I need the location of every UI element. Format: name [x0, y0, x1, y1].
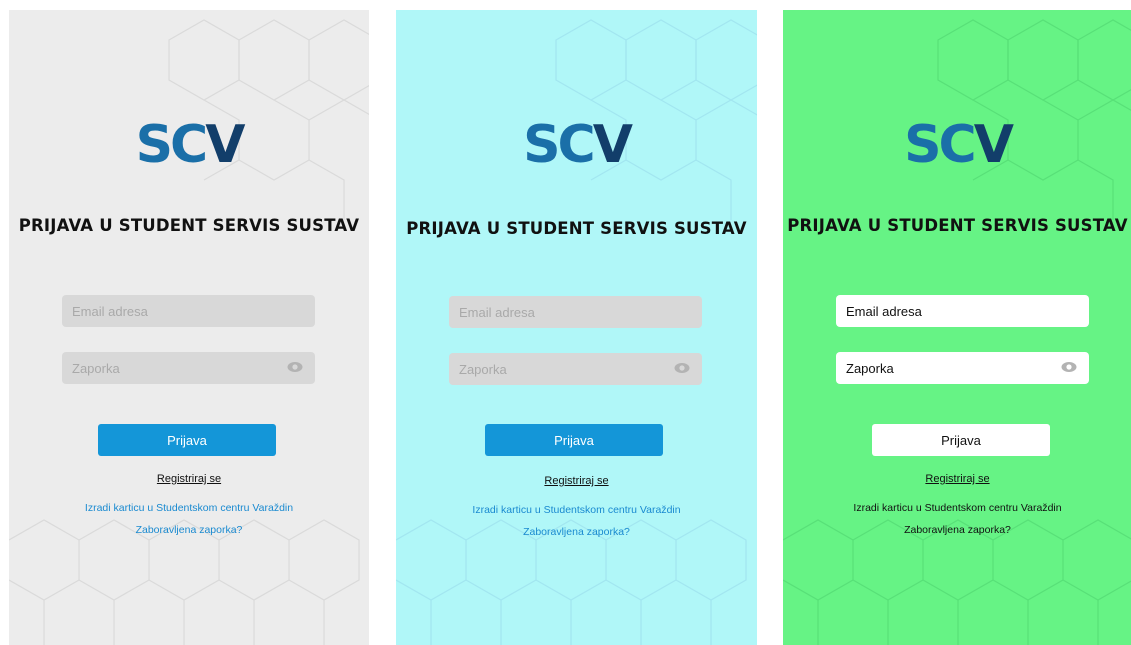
page-title: PRIJAVA U STUDENT SERVIS SUSTAV: [787, 216, 1128, 235]
register-link[interactable]: Registriraj se: [9, 473, 369, 485]
scv-logo: SCV: [9, 115, 369, 175]
logo-v: V: [973, 115, 1014, 175]
login-screen-cyan: SCV PRIJAVA U STUDENT SERVIS SUSTAV Emai…: [396, 10, 757, 645]
password-field[interactable]: Zaporka: [449, 353, 702, 385]
forgot-password-link[interactable]: Zaboravljena zaporka?: [783, 524, 1131, 536]
password-placeholder: Zaporka: [72, 360, 120, 376]
email-placeholder: Email adresa: [459, 304, 535, 320]
page-title: PRIJAVA U STUDENT SERVIS SUSTAV: [406, 219, 747, 238]
logo-sc: SC: [904, 115, 977, 175]
register-link[interactable]: Registriraj se: [396, 475, 757, 487]
scv-logo: SCV: [396, 115, 757, 175]
logo-sc: SC: [135, 115, 209, 175]
login-button[interactable]: Prijava: [485, 424, 663, 456]
password-placeholder: Zaporka: [846, 360, 894, 376]
login-screen-green: SCV PRIJAVA U STUDENT SERVIS SUSTAV Emai…: [783, 10, 1131, 645]
create-card-link[interactable]: Izradi karticu u Studentskom centru Vara…: [9, 502, 369, 514]
password-field[interactable]: Zaporka: [836, 352, 1089, 384]
logo-v: V: [205, 115, 245, 175]
logo-sc: SC: [523, 115, 596, 175]
login-button[interactable]: Prijava: [872, 424, 1050, 456]
forgot-password-link[interactable]: Zaboravljena zaporka?: [9, 524, 369, 536]
email-placeholder: Email adresa: [846, 303, 922, 319]
scv-logo: SCV: [783, 115, 1131, 175]
page-title: PRIJAVA U STUDENT SERVIS SUSTAV: [18, 216, 360, 235]
create-card-link[interactable]: Izradi karticu u Studentskom centru Vara…: [783, 502, 1131, 514]
hexagon-pattern-background: [783, 19, 1131, 645]
eye-icon[interactable]: [287, 361, 303, 373]
password-field[interactable]: Zaporka: [62, 352, 315, 384]
email-field[interactable]: Email adresa: [449, 296, 702, 328]
eye-icon[interactable]: [674, 362, 690, 374]
email-field[interactable]: Email adresa: [62, 295, 315, 327]
login-button[interactable]: Prijava: [98, 424, 276, 456]
hexagon-pattern-background: [9, 19, 369, 645]
eye-icon[interactable]: [1061, 361, 1077, 373]
register-link[interactable]: Registriraj se: [783, 473, 1131, 485]
login-screen-grey: SCV PRIJAVA U STUDENT SERVIS SUSTAV Emai…: [9, 10, 369, 645]
forgot-password-link[interactable]: Zaboravljena zaporka?: [396, 526, 757, 538]
email-field[interactable]: Email adresa: [836, 295, 1089, 327]
logo-v: V: [592, 115, 633, 175]
create-card-link[interactable]: Izradi karticu u Studentskom centru Vara…: [396, 504, 757, 516]
email-placeholder: Email adresa: [72, 303, 148, 319]
password-placeholder: Zaporka: [459, 361, 507, 377]
